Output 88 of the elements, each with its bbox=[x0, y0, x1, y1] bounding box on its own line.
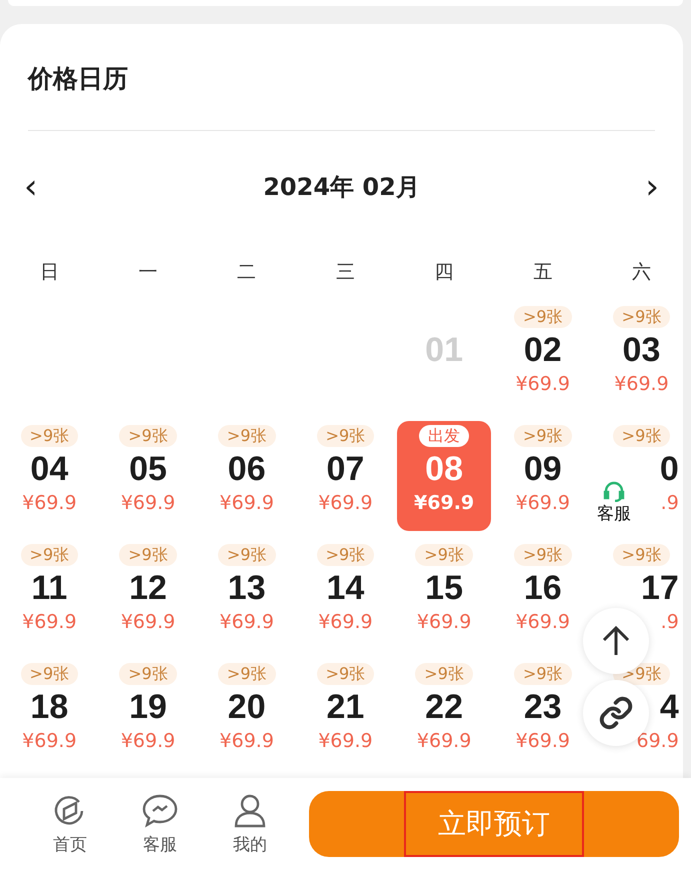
price-label: ¥69.9 bbox=[220, 610, 274, 634]
price-label: ¥69.9 bbox=[414, 491, 474, 515]
date-number[interactable]: 20 bbox=[228, 687, 266, 727]
ticket-tag: >9张 bbox=[514, 306, 572, 328]
weekday-label: 四 bbox=[434, 260, 455, 285]
ticket-tag: >9张 bbox=[612, 544, 670, 566]
price-label: ¥69.9 bbox=[516, 729, 570, 753]
weekday-label: 一 bbox=[138, 260, 159, 285]
ticket-tag: >9张 bbox=[514, 425, 572, 447]
date-number[interactable]: 13 bbox=[228, 568, 266, 608]
ticket-tag: >9张 bbox=[218, 425, 276, 447]
ticket-tag: >9张 bbox=[612, 306, 670, 328]
price-label: .9 bbox=[660, 610, 679, 634]
date-number[interactable]: 09 bbox=[524, 449, 562, 489]
date-number[interactable]: 18 bbox=[30, 687, 68, 727]
date-number[interactable]: 05 bbox=[129, 449, 167, 489]
book-now-label: 立即预订 bbox=[404, 791, 584, 857]
ticket-tag: >9张 bbox=[218, 544, 276, 566]
ticket-tag: >9张 bbox=[119, 544, 177, 566]
ticket-tag: >9张 bbox=[316, 544, 374, 566]
date-number[interactable]: 21 bbox=[326, 687, 364, 727]
date-number[interactable]: 02 bbox=[524, 330, 562, 370]
date-number[interactable]: 19 bbox=[129, 687, 167, 727]
ticket-tag: >9张 bbox=[119, 663, 177, 685]
date-number[interactable]: 12 bbox=[129, 568, 167, 608]
date-number[interactable]: 0 bbox=[660, 449, 679, 489]
price-label: ¥69.9 bbox=[220, 491, 274, 515]
chat-icon bbox=[141, 792, 179, 828]
date-number[interactable]: 07 bbox=[326, 449, 364, 489]
price-label: ¥69.9 bbox=[516, 491, 570, 515]
weekday-label: 二 bbox=[236, 260, 258, 285]
month-label: 2024年 02月 bbox=[263, 172, 420, 203]
date-number[interactable]: 03 bbox=[622, 330, 660, 370]
date-number[interactable]: 11 bbox=[31, 568, 68, 608]
price-label: ¥69.9 bbox=[614, 372, 669, 396]
ticket-tag: >9张 bbox=[20, 425, 78, 447]
date-number[interactable]: 15 bbox=[425, 568, 463, 608]
date-number[interactable]: 4 bbox=[660, 687, 679, 727]
date-number[interactable]: 22 bbox=[425, 687, 463, 727]
date-number[interactable]: 14 bbox=[326, 568, 364, 608]
price-label: ¥69.9 bbox=[516, 372, 570, 396]
price-label: .9 bbox=[660, 491, 679, 515]
ticket-tag: >9张 bbox=[316, 425, 374, 447]
price-label: ¥69.9 bbox=[220, 729, 274, 753]
date-number[interactable]: 06 bbox=[228, 449, 266, 489]
price-label: ¥69.9 bbox=[120, 729, 176, 753]
next-month-button[interactable]: › bbox=[641, 172, 663, 202]
ticket-tag: >9张 bbox=[612, 425, 670, 447]
tab-bar-item[interactable]: 客服 bbox=[120, 792, 200, 856]
arrow-up-icon bbox=[601, 625, 631, 657]
service-label[interactable]: 客服 bbox=[597, 502, 631, 525]
price-label: ¥69.9 bbox=[318, 491, 373, 515]
price-label: ¥69.9 bbox=[22, 491, 77, 515]
section-title: 价格日历 bbox=[26, 63, 129, 95]
weekday-label: 日 bbox=[38, 260, 60, 285]
tab-bar-item[interactable]: 首页 bbox=[30, 792, 110, 856]
tab-bar-item[interactable]: 我的 bbox=[210, 792, 290, 856]
weekday-label: 六 bbox=[630, 260, 652, 285]
weekday-label: 五 bbox=[532, 260, 554, 285]
ticket-tag: >9张 bbox=[20, 544, 78, 566]
ticket-tag: >9张 bbox=[119, 425, 177, 447]
price-label: ¥69.9 bbox=[120, 610, 176, 634]
date-number[interactable]: 17 bbox=[640, 568, 679, 608]
headset-icon[interactable] bbox=[603, 480, 625, 502]
date-number[interactable]: 16 bbox=[524, 568, 562, 608]
price-label: ¥69.9 bbox=[22, 610, 77, 634]
price-label: 69.9 bbox=[636, 729, 679, 753]
price-label: ¥69.9 bbox=[516, 610, 570, 634]
price-label: ¥69.9 bbox=[120, 491, 176, 515]
ticket-tag: >9张 bbox=[514, 544, 572, 566]
ticket-tag: >9张 bbox=[218, 663, 276, 685]
ticket-tag: 出发 bbox=[419, 425, 470, 447]
ticket-tag: >9张 bbox=[316, 663, 374, 685]
ticket-tag: >9张 bbox=[415, 663, 473, 685]
date-number[interactable]: 23 bbox=[524, 687, 562, 727]
ticket-tag: >9张 bbox=[514, 663, 572, 685]
user-icon bbox=[232, 792, 268, 828]
price-label: ¥69.9 bbox=[416, 610, 472, 634]
weekday-label: 三 bbox=[334, 260, 356, 285]
ticket-tag: >9张 bbox=[415, 544, 473, 566]
previous-month-button[interactable]: ‹ bbox=[20, 172, 42, 202]
link-icon bbox=[598, 695, 634, 731]
price-label: ¥69.9 bbox=[416, 729, 472, 753]
price-label: ¥69.9 bbox=[318, 610, 373, 634]
price-label: ¥69.9 bbox=[22, 729, 77, 753]
price-label: ¥69.9 bbox=[318, 729, 373, 753]
date-number[interactable]: 04 bbox=[30, 449, 68, 489]
ticket-tag: >9张 bbox=[20, 663, 78, 685]
